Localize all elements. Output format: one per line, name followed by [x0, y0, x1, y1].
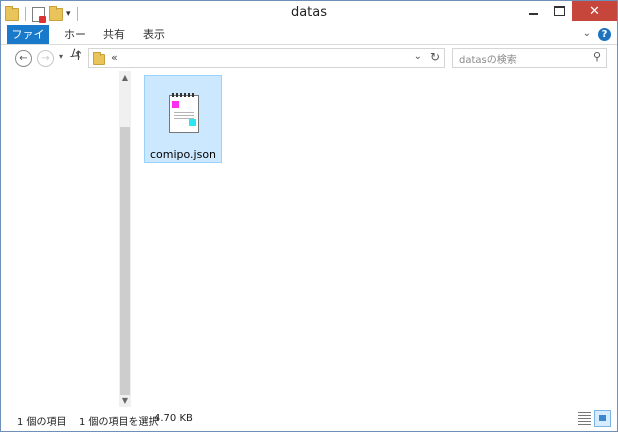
selection-size: 4.70 KB	[154, 413, 193, 424]
large-icons-view-icon[interactable]	[594, 410, 611, 427]
breadcrumb-overflow[interactable]: «	[111, 51, 118, 64]
content-scroll-area	[607, 71, 617, 407]
folder-icon	[93, 52, 105, 65]
file-item[interactable]: comipo.json	[144, 75, 222, 163]
file-list[interactable]: comipo.json	[132, 71, 617, 407]
tab-share[interactable]: 共有	[101, 25, 127, 44]
maximize-button[interactable]	[546, 1, 572, 21]
tab-home[interactable]: ホーム	[59, 25, 91, 60]
item-count: 1 個の項目	[17, 417, 67, 428]
recent-locations-icon[interactable]: ▾	[59, 52, 63, 61]
notepad-icon	[169, 93, 199, 133]
maximize-icon	[553, 6, 565, 16]
ribbon-tabs: ファイル ホーム 共有 表示 ⌄ ?	[1, 25, 617, 60]
help-icon[interactable]: ?	[598, 28, 611, 41]
file-name: comipo.json	[149, 148, 217, 161]
selection-status: 1 個の項目を選択	[79, 417, 159, 428]
scrollbar-thumb[interactable]	[120, 127, 130, 395]
navigation-pane[interactable]	[1, 71, 118, 407]
navigation-pane-scrollbar[interactable]: ▲ ▼	[119, 71, 131, 407]
close-icon: ✕	[589, 3, 600, 19]
close-button[interactable]: ✕	[572, 1, 617, 21]
refresh-button[interactable]: ↻	[430, 50, 440, 64]
navigation-bar: ← → ▾ ↑ « ⌄ ↻ datasの検索 ⚲	[1, 45, 617, 71]
status-bar: 1 個の項目 1 個の項目を選択 4.70 KB	[1, 407, 617, 431]
explorer-window: ▾ datas ✕ ファイル ホーム 共有 表示 ⌄ ? ← → ▾ ↑ « ⌄…	[0, 0, 618, 432]
minimize-button[interactable]	[520, 1, 546, 21]
window-controls: ✕	[520, 1, 617, 21]
address-dropdown-icon[interactable]: ⌄	[414, 51, 422, 62]
search-placeholder: datasの検索	[459, 55, 517, 66]
scroll-up-icon[interactable]: ▲	[119, 73, 131, 82]
up-button[interactable]: ↑	[73, 49, 84, 64]
address-bar[interactable]: « ⌄ ↻	[88, 48, 445, 68]
forward-button[interactable]: →	[37, 50, 54, 67]
tab-file[interactable]: ファイル	[7, 25, 49, 60]
minimize-icon	[528, 13, 538, 15]
tab-view[interactable]: 表示	[141, 25, 167, 44]
title-bar: ▾ datas ✕	[1, 1, 617, 25]
search-icon[interactable]: ⚲	[593, 50, 601, 63]
scroll-down-icon[interactable]: ▼	[119, 396, 131, 405]
expand-ribbon-icon[interactable]: ⌄	[583, 28, 591, 39]
back-button[interactable]: ←	[15, 50, 32, 67]
search-input[interactable]: datasの検索 ⚲	[452, 48, 607, 68]
details-view-icon[interactable]	[578, 412, 591, 425]
